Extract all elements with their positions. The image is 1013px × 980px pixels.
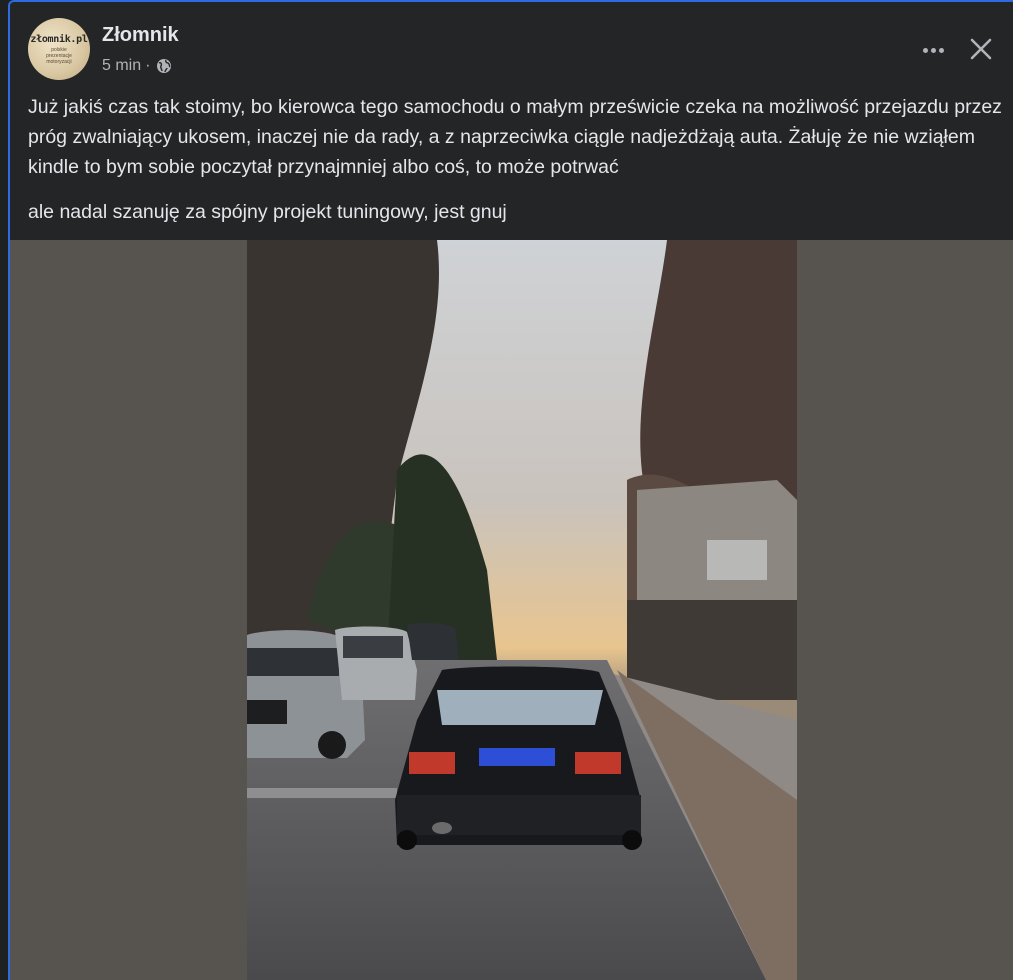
globe-icon: [156, 58, 172, 74]
close-icon[interactable]: [964, 32, 998, 66]
post-text: Już jakiś czas tak stoimy, bo kierowca t…: [28, 92, 1003, 227]
post-time[interactable]: 5 min: [102, 57, 141, 75]
post-meta: 5 min ·: [102, 57, 172, 75]
post-media: [10, 240, 1013, 980]
author-name[interactable]: Złomnik: [102, 24, 179, 47]
avatar-subtext: polskie prezentacje motoryzacji: [46, 46, 72, 65]
post-header: złomnik.pl polskie prezentacje motoryzac…: [28, 18, 992, 82]
post-paragraph: Już jakiś czas tak stoimy, bo kierowca t…: [28, 96, 1002, 178]
meta-separator: ·: [145, 57, 151, 74]
post-photo[interactable]: [247, 240, 797, 980]
post-container: złomnik.pl polskie prezentacje motoryzac…: [8, 0, 1013, 980]
avatar[interactable]: złomnik.pl polskie prezentacje motoryzac…: [28, 18, 90, 80]
more-options-icon[interactable]: [918, 38, 948, 62]
post-paragraph: ale nadal szanuję za spójny projekt tuni…: [28, 201, 507, 223]
avatar-logo-text: złomnik.pl: [30, 33, 88, 45]
